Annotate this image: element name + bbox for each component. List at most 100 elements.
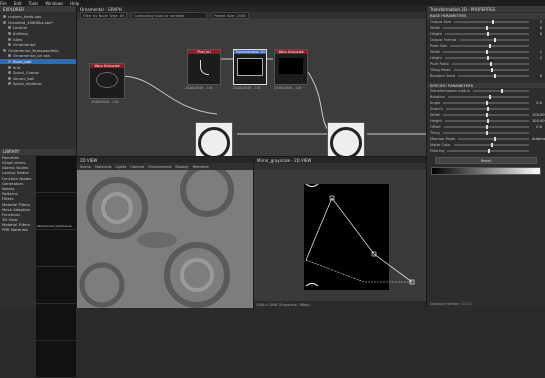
property-slider[interactable] (449, 43, 529, 48)
node-title: Warp Grayscale (275, 50, 307, 54)
property-slider[interactable] (472, 89, 529, 93)
graph-icon (8, 60, 11, 64)
property-slider[interactable] (443, 125, 529, 129)
texture-canvas[interactable] (254, 170, 427, 301)
property-value[interactable]: 100.00% (532, 113, 545, 117)
property-value[interactable]: 0 (532, 32, 542, 36)
property-value[interactable]: 0 (532, 26, 542, 30)
view-menu-item[interactable]: Camera (130, 165, 144, 169)
property-slider[interactable] (445, 107, 529, 111)
library-thumbnails: abandoned_warehouse (35, 155, 77, 378)
property-slider[interactable] (443, 101, 529, 105)
property-label: Output Format (430, 37, 457, 42)
reset-button[interactable]: Reset (435, 157, 537, 164)
property-slider[interactable] (459, 37, 529, 42)
node-thumbnail (199, 60, 209, 75)
library-categories: Favorites Graph Items Atomic Nodes Lookup N… (0, 155, 34, 233)
parent-size-select[interactable]: Parent Size: 2048 (211, 12, 249, 19)
node-type-filter[interactable]: Filter by Node Type: All (80, 12, 128, 19)
view-menu-item[interactable]: Renderer (193, 165, 209, 169)
library-thumbnail[interactable] (36, 303, 76, 340)
view-menu-item[interactable]: Scene (80, 165, 91, 169)
explorer-item-label: Spiral_Coarse (13, 70, 39, 76)
property-value[interactable]: 2 (532, 20, 542, 24)
properties-title: Transformation 2D - PROPERTIES (427, 6, 545, 12)
graph-icon (3, 15, 6, 19)
view-menu-item[interactable]: Environment (148, 165, 171, 169)
explorer-item-label: Leather (13, 25, 28, 31)
property-value[interactable]: 0.0 (532, 101, 542, 105)
specific-parameters: Transformation matrix Rotation Angle 0.0 Str… (427, 88, 545, 154)
property-label: Width (430, 25, 441, 30)
view2d-tab-label: 2D VIEW (80, 157, 98, 163)
property-label: Tiling Mode (430, 67, 451, 72)
library-thumbnail[interactable]: abandoned_warehouse (36, 192, 76, 229)
viewport-canvas[interactable] (77, 170, 253, 308)
property-slider[interactable] (443, 49, 529, 54)
property-label: Offset (430, 125, 441, 129)
node-warp-grayscale[interactable]: Warp Grayscale (89, 63, 125, 99)
property-slider[interactable] (451, 61, 529, 66)
library-thumbnail[interactable] (36, 229, 76, 266)
explorer-item[interactable]: Spiral_middlew (0, 81, 76, 87)
base-parameters: Output Size 2 Width 0 Height 0 Output Format Pi… (427, 19, 545, 79)
explorer-item-label: Ornamental_ori.sbs (13, 53, 50, 59)
property-slider[interactable] (443, 25, 529, 30)
property-label: Width (430, 49, 441, 54)
menu-item-edit[interactable]: Edit (14, 1, 22, 6)
property-label: Stretch (430, 107, 443, 111)
property-slider[interactable] (458, 73, 529, 78)
explorer-item-label: custom_fonts.sbs (8, 14, 41, 20)
menu-item-windows[interactable]: Windows (45, 1, 63, 6)
property-value[interactable]: 1 (532, 56, 542, 60)
property-label: Rotation (430, 95, 446, 99)
node-transformation-2d[interactable]: Transformation 2D (233, 49, 267, 85)
library-thumbnail[interactable] (36, 340, 76, 377)
graph-icon (8, 26, 11, 30)
properties-panel: Transformation 2D - PROPERTIES BASE PARA… (426, 6, 545, 307)
property-slider[interactable] (444, 55, 529, 60)
property-value[interactable]: 100.00% (532, 119, 545, 123)
view-menu-item[interactable]: Lights (115, 165, 126, 169)
property-value[interactable]: 1 (532, 50, 542, 54)
view-menu-item[interactable]: Display (175, 165, 188, 169)
library-category[interactable]: PBR Materials (0, 227, 34, 232)
property-slider[interactable] (453, 143, 529, 147)
property-slider[interactable] (444, 119, 529, 123)
menu-item-tools[interactable]: Tools (28, 1, 38, 6)
property-value[interactable]: 0.0 (532, 125, 542, 129)
property-slider[interactable] (454, 19, 529, 24)
library-thumbnail[interactable] (36, 266, 76, 303)
menu-item-file[interactable]: File (0, 1, 7, 6)
property-value[interactable]: Automatic (532, 137, 545, 141)
node-warp-grayscale-2[interactable]: Warp Grayscale (274, 49, 308, 85)
property-slider[interactable] (448, 95, 529, 99)
explorer-item-label: Ornamental_Brasswoodslo (8, 47, 59, 53)
property-slider[interactable] (447, 149, 529, 153)
explorer-item-label: Ornamental (13, 42, 36, 48)
node-mirror-2[interactable] (327, 122, 365, 159)
property-slider[interactable] (458, 137, 529, 141)
graph-search-input[interactable]: Containing (sub) or variable (131, 12, 208, 19)
explorer-item-label: Iutes (13, 36, 23, 42)
library-thumbnail[interactable] (36, 155, 76, 192)
library-thumbnail-label: abandoned_warehouse (37, 223, 72, 228)
property-value[interactable]: 0 (532, 74, 542, 78)
graph-icon (8, 71, 11, 75)
library-category-label: PBR Materials (2, 227, 29, 233)
property-slider[interactable] (443, 113, 529, 117)
property-slider[interactable] (453, 67, 529, 72)
property-slider[interactable] (444, 31, 529, 36)
graph-icon (8, 37, 11, 41)
explorer-item-label: Spiral_middlew (13, 81, 42, 87)
node-pixel-brl[interactable]: Pixel_brl (187, 49, 221, 85)
view-menu-item[interactable]: Materials (95, 165, 111, 169)
property-row: Filtering (427, 148, 545, 154)
menu-item-help[interactable]: Help (70, 1, 79, 6)
property-slider[interactable] (442, 131, 529, 135)
2d-view-panel: Mirror_grayscale - 2D VIEW 2048 x 2048 (… (253, 156, 427, 307)
matte-color-swatch[interactable] (431, 167, 541, 175)
node-mirror[interactable] (195, 122, 233, 159)
library-body: Favorites Graph Items Atomic Nodes Lookup N… (0, 155, 76, 377)
property-label: Random Seed (430, 73, 456, 78)
